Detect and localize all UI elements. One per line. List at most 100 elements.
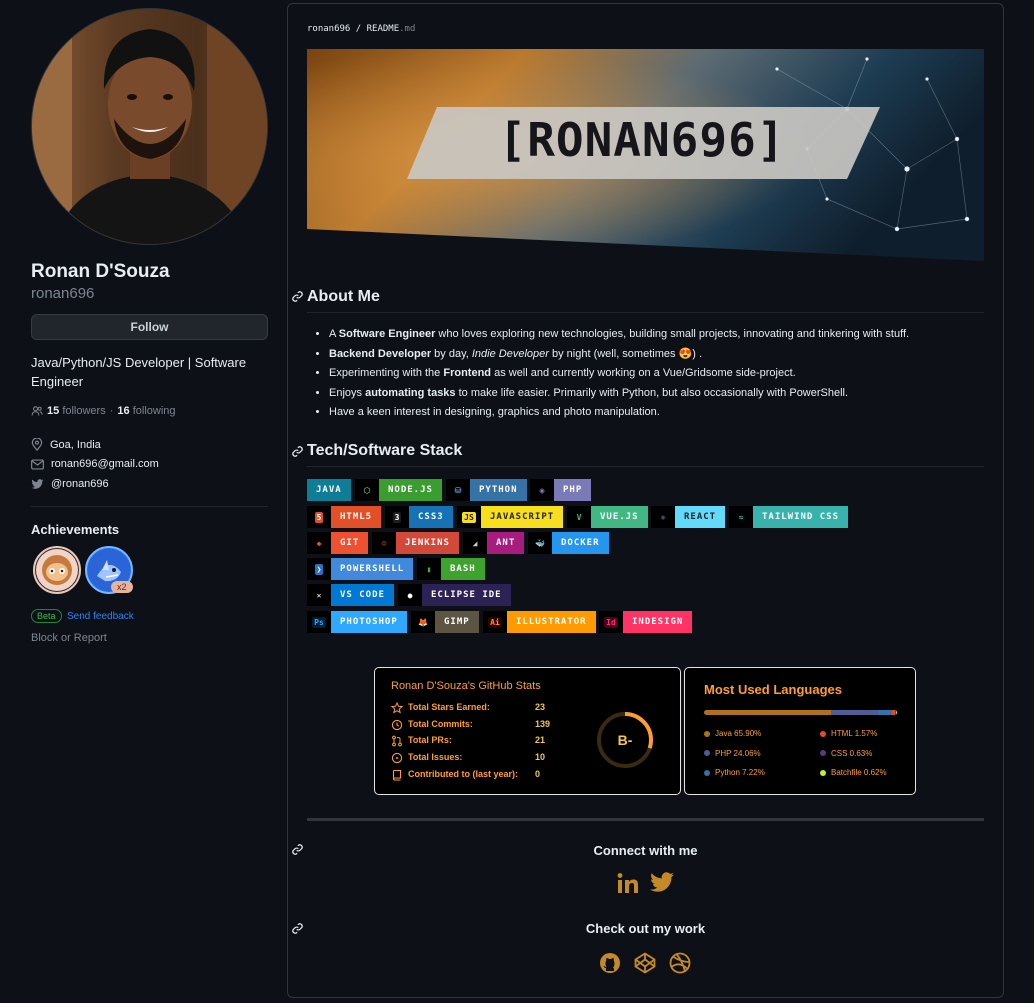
section-divider [307, 818, 984, 821]
eclipse-ide-icon: ● [407, 590, 413, 600]
language-bar-segment [877, 710, 892, 715]
twitter-bird-icon [31, 478, 44, 489]
location-item: Goa, India [31, 438, 101, 451]
people-icon [31, 406, 43, 416]
block-report-link[interactable]: Block or Report [31, 632, 107, 644]
stat-label: Total Stars Earned: [408, 702, 490, 712]
stat-label: Contributed to (last year): [408, 768, 519, 779]
badge-logo: 5 [307, 506, 331, 528]
badge-logo: V [567, 506, 591, 528]
email-link[interactable]: ronan696@gmail.com [51, 458, 159, 470]
vs-code-icon: ✕ [316, 590, 322, 600]
badge-label: POWERSHELL [331, 558, 414, 580]
achievement-badge-octocat[interactable] [33, 546, 81, 594]
email-item: ronan696@gmail.com [31, 458, 159, 470]
readme-filename: README [366, 24, 400, 34]
badge-label: PHOTOSHOP [331, 611, 407, 633]
bold-text: Backend Developer [329, 347, 432, 360]
about-item: Experimenting with the Frontend as well … [329, 364, 909, 384]
twitter-icon [650, 872, 674, 892]
twitter-social-link[interactable] [649, 872, 675, 899]
languages-bar [704, 710, 897, 715]
language-label: Python 7.22% [715, 768, 765, 777]
dribbble-link[interactable] [669, 952, 691, 979]
stat-label: Total PRs: [408, 735, 452, 746]
stat-value: 0 [535, 768, 541, 779]
badge-logo: 🦊 [411, 611, 435, 633]
badge-label: GIT [331, 532, 369, 554]
readme-owner-link[interactable]: ronan696 [307, 24, 350, 34]
top-languages-card[interactable]: Most Used Languages Java 65.90% PHP 24.06… [684, 667, 916, 795]
badge-logo: ❯ [307, 558, 331, 580]
html5-icon: 5 [314, 511, 324, 523]
badge-label: TAILWIND CSS [753, 506, 849, 528]
twitter-link[interactable]: @ronan696 [51, 478, 109, 490]
badge-label: CSS3 [409, 506, 453, 528]
github-icon [600, 953, 620, 973]
avatar[interactable] [31, 8, 268, 245]
badge-logo: ◉ [530, 479, 554, 501]
about-text: Experimenting with the [329, 367, 444, 379]
language-label: Batchfile 0.62% [831, 768, 887, 777]
badge-logo: ✕ [307, 584, 331, 606]
follow-button[interactable]: Follow [31, 314, 268, 340]
badge-logo: ▮ [417, 558, 441, 580]
badge-label: ECLIPSE IDE [422, 584, 511, 606]
anchor-link-icon[interactable] [291, 290, 304, 303]
language-label: Java 65.90% [715, 729, 762, 738]
badge-label: PYTHON [470, 479, 527, 501]
tech-badge-docker: 🐳 DOCKER [528, 532, 609, 554]
gimp-icon: 🦊 [418, 617, 428, 627]
language-color-dot [704, 730, 710, 737]
about-text: by day, [431, 347, 472, 360]
badge-label: INDESIGN [623, 611, 693, 633]
about-text: Enjoys [329, 386, 366, 399]
about-text: Have a keen interest in designing, graph… [329, 406, 660, 418]
connect-heading: Connect with me [593, 843, 698, 858]
languages-card-title: Most Used Languages [704, 682, 842, 697]
followers-link[interactable]: 15 followers [47, 405, 106, 417]
tech-badge-node-js: ⬡ NODE.JS [355, 479, 442, 501]
badge-logo: Ps [307, 611, 331, 633]
badge-logo: ● [398, 584, 422, 606]
about-item: Enjoys automating tasks to make life eas… [329, 384, 909, 404]
badge-label: VS CODE [331, 584, 394, 606]
tech-badge-illustrator: Ai ILLUSTRATOR [483, 611, 596, 633]
language-legend-item: Java 65.90% [704, 729, 761, 738]
location-pin-icon [31, 438, 43, 451]
illustrator-icon: Ai [488, 616, 502, 628]
anchor-link-icon[interactable] [291, 843, 304, 856]
followers-count: 15 [47, 405, 60, 417]
github-link[interactable] [599, 952, 621, 979]
language-label: CSS 0.63% [831, 748, 873, 758]
stat-value: 10 [535, 752, 546, 763]
language-bar-segment [704, 710, 832, 715]
location-text: Goa, India [50, 438, 101, 451]
banner-title: [RONAN696] [498, 113, 786, 167]
badge-label: NODE.JS [379, 479, 442, 501]
github-stats-card[interactable]: Ronan D'Souza's GitHub Stats Total Stars… [374, 667, 681, 795]
linkedin-link[interactable] [617, 872, 639, 899]
react-icon: ⚛ [660, 512, 666, 522]
tech-badge-indesign: Id INDESIGN [599, 611, 693, 633]
anchor-link-icon[interactable] [291, 445, 304, 458]
issue-icon [391, 752, 403, 764]
photoshop-icon: Ps [312, 616, 326, 628]
send-feedback-link[interactable]: Send feedback [67, 611, 134, 622]
badge-label: JAVA [307, 479, 351, 501]
dribbble-icon [669, 952, 691, 974]
codepen-link[interactable] [634, 952, 656, 979]
badge-logo: Ai [483, 611, 507, 633]
badge-label: VUE.JS [591, 506, 648, 528]
about-text: by night (well, sometimes 😍) . [548, 347, 703, 360]
language-legend-item: CSS 0.63% [820, 749, 872, 758]
php-icon: ◉ [539, 485, 545, 495]
avatar-photo [32, 9, 267, 244]
anchor-link-icon[interactable] [291, 922, 304, 935]
badge-label: HTML5 [331, 506, 382, 528]
following-link[interactable]: 16 following [117, 405, 175, 417]
bold-text: Software Engineer [338, 328, 436, 340]
stat-label: Total Issues: [408, 752, 463, 763]
rank-grade: B- [617, 732, 633, 748]
badge-logo: ⚛ [651, 506, 675, 528]
